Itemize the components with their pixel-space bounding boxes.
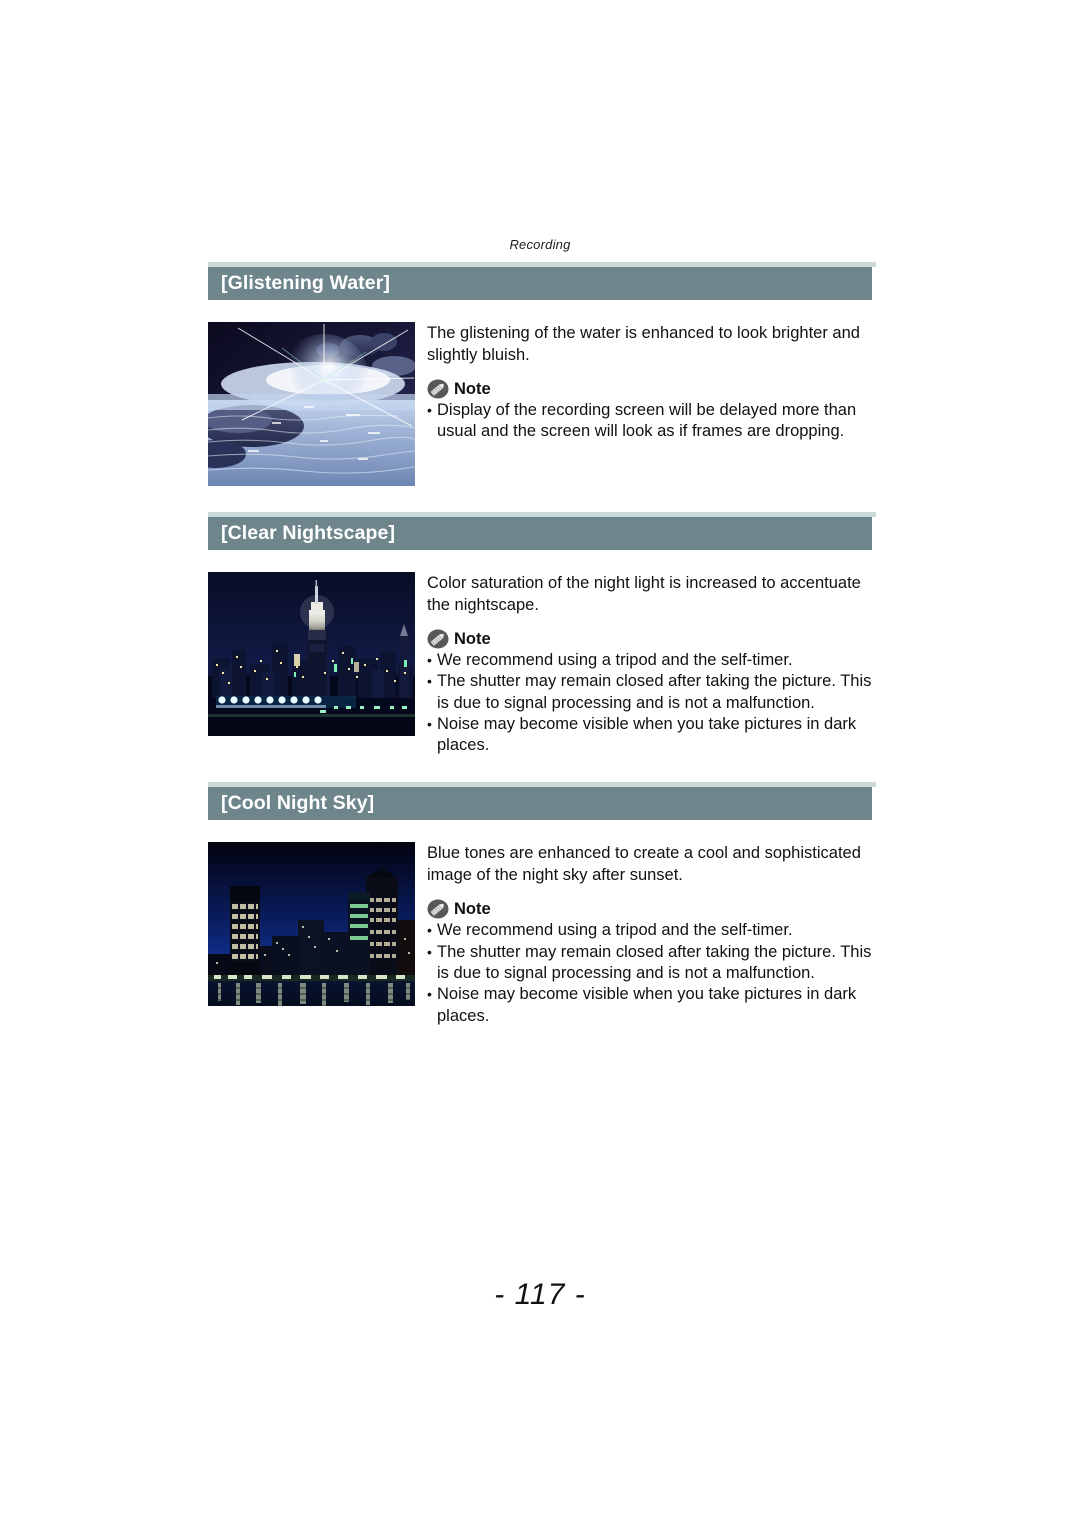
section-cool-night-sky: [Cool Night Sky] Blue tones are enhanced…	[208, 782, 878, 1026]
note-item: The shutter may remain closed after taki…	[427, 942, 878, 985]
section-clear-nightscape: [Clear Nightscape] Color saturation of t…	[208, 512, 878, 756]
note-label: Note	[454, 629, 491, 648]
cool-night-sky-photo	[208, 842, 415, 1007]
note-item: We recommend using a tripod and the self…	[427, 920, 878, 942]
header-bar: [Cool Night Sky]	[208, 787, 872, 821]
note-heading: Note	[427, 899, 878, 919]
text-column: Blue tones are enhanced to create a cool…	[427, 842, 878, 1026]
pencil-note-icon	[427, 629, 449, 649]
section-description: Blue tones are enhanced to create a cool…	[427, 844, 861, 884]
document-page: Recording [Glistening Water] The glisten…	[0, 0, 1080, 1526]
section-title: [Glistening Water]	[221, 271, 390, 294]
note-list: We recommend using a tripod and the self…	[427, 920, 878, 1026]
section-glistening-water: [Glistening Water] The glistening of the…	[208, 262, 878, 486]
header-bar: [Clear Nightscape]	[208, 517, 872, 550]
content-column: [Glistening Water] The glistening of the…	[208, 262, 878, 1027]
section-title: [Cool Night Sky]	[221, 792, 375, 815]
note-item: The shutter may remain closed after taki…	[427, 671, 878, 714]
section-body: Blue tones are enhanced to create a cool…	[208, 842, 878, 1026]
note-list: We recommend using a tripod and the self…	[427, 650, 878, 756]
text-column: Color saturation of the night light is i…	[427, 572, 878, 756]
section-body: The glistening of the water is enhanced …	[208, 322, 878, 486]
clear-nightscape-photo	[208, 572, 415, 736]
section-title: [Clear Nightscape]	[221, 521, 396, 544]
note-list: Display of the recording screen will be …	[427, 400, 878, 443]
header-bar: [Glistening Water]	[208, 267, 872, 300]
running-head: Recording	[509, 237, 571, 252]
note-item: Noise may become visible when you take p…	[427, 714, 878, 757]
pencil-note-icon	[427, 379, 449, 399]
section-header-bar: [Clear Nightscape]	[208, 512, 876, 550]
glistening-water-photo	[208, 322, 415, 486]
section-header-bar: [Cool Night Sky]	[208, 782, 876, 821]
pencil-note-icon	[427, 899, 449, 919]
section-header-bar: [Glistening Water]	[208, 262, 876, 300]
note-item: Display of the recording screen will be …	[427, 400, 878, 443]
page-number: - 117 -	[494, 1278, 586, 1311]
note-label: Note	[454, 379, 491, 398]
note-item: Noise may become visible when you take p…	[427, 984, 878, 1027]
section-description: Color saturation of the night light is i…	[427, 574, 861, 614]
note-heading: Note	[427, 379, 878, 399]
text-column: The glistening of the water is enhanced …	[427, 322, 878, 443]
section-description: The glistening of the water is enhanced …	[427, 324, 860, 364]
note-label: Note	[454, 900, 491, 919]
section-body: Color saturation of the night light is i…	[208, 572, 878, 756]
note-heading: Note	[427, 629, 878, 649]
note-item: We recommend using a tripod and the self…	[427, 650, 878, 672]
